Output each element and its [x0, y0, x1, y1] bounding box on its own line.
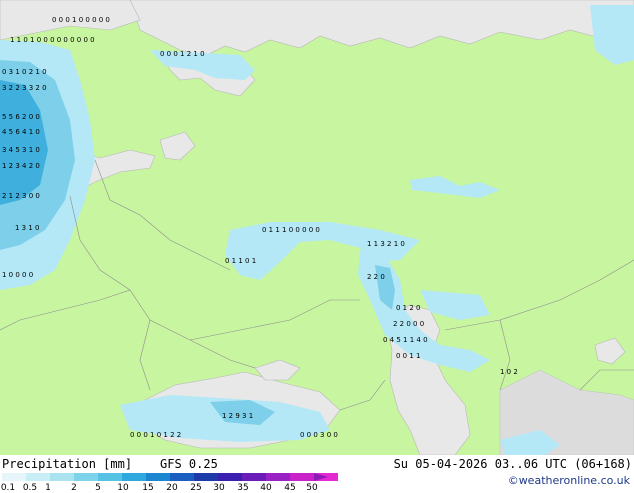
- precip-value-row: 0 0 0 3 0 0: [300, 431, 338, 439]
- legend-tick-label: 25: [190, 483, 202, 493]
- legend-tick-label: 2: [71, 483, 77, 493]
- legend-swatch: [194, 473, 218, 481]
- precip-value-row: 1 2 9 3 1: [222, 412, 253, 420]
- precip-value-row: 0 1 1 1 0 0 0 0 0: [262, 226, 320, 234]
- legend-tick-label: 0.1: [0, 483, 16, 493]
- model-label: GFS 0.25: [160, 457, 218, 471]
- precip-value-row: 0 0 0 1 0 1 2 2: [130, 431, 181, 439]
- legend-tick-label: 45: [284, 483, 296, 493]
- legend-swatch: [2, 473, 26, 481]
- precip-value-row: 1 2 3 4 2 0: [2, 162, 40, 170]
- legend-swatch: [146, 473, 170, 481]
- forecast-map: 0 0 0 1 0 0 0 0 0 1 1 0 1 0 0 0 0 0 0 0 …: [0, 0, 634, 455]
- precip-value-row: 0 3 1 0 2 1 0: [2, 68, 47, 76]
- legend-ticks: 0.1 0.5 1 2 5 10 15 20 25 30 35 40 45 50: [0, 483, 340, 493]
- precip-value-row: 4 5 6 4 1 0: [2, 128, 40, 136]
- precip-value-row: 3 2 2 3 3 2 0: [2, 84, 47, 92]
- precip-value-row: 0 1 1 0 1: [225, 257, 256, 265]
- legend-tick-label: 10: [117, 483, 129, 493]
- legend-swatch: [290, 473, 314, 481]
- precip-value-row: 1 3 1 0: [15, 224, 40, 232]
- precip-value-row: 1 1 3 2 1 0: [367, 240, 405, 248]
- valid-time: Su 05-04-2026 03..06 UTC (06+168): [393, 457, 632, 471]
- credit-link[interactable]: ©weatheronline.co.uk: [508, 474, 630, 487]
- legend-tick-label: 1: [45, 483, 51, 493]
- legend-tick-label: 20: [166, 483, 178, 493]
- legend-tick-label: 15: [142, 483, 154, 493]
- precip-value-row: 0 0 0 1 2 1 0: [160, 50, 205, 58]
- precip-value-row: 2 2 0: [367, 273, 385, 281]
- legend-swatch: [170, 473, 194, 481]
- precip-value-row: 2 1 2 3 0 0: [2, 192, 40, 200]
- legend-swatch: [242, 473, 266, 481]
- legend-tick-label: 5: [95, 483, 101, 493]
- precip-value-row: 1 0 0 0 0: [2, 271, 33, 279]
- legend-swatch: [218, 473, 242, 481]
- legend-swatch: [74, 473, 98, 481]
- legend-tick-label: 0.5: [22, 483, 38, 493]
- precip-value-row: 1 0 2: [500, 368, 518, 376]
- color-legend: [2, 473, 338, 481]
- legend-swatch: [50, 473, 74, 481]
- legend-tick-label: 40: [260, 483, 272, 493]
- precip-value-row: 0 1 2 0: [396, 304, 421, 312]
- legend-tick-label: 50: [306, 483, 318, 493]
- precip-value-row: 1 1 0 1 0 0 0 0 0 0 0 0 0: [10, 36, 95, 44]
- precip-value-row: 2 2 0 0 0: [393, 320, 424, 328]
- legend-swatch: [266, 473, 290, 481]
- legend-arrow: [314, 473, 328, 481]
- precip-value-row: 5 5 6 2 0 0: [2, 113, 40, 121]
- precip-value-row: 3 4 5 3 1 0: [2, 146, 40, 154]
- map-canvas: 0 0 0 1 0 0 0 0 0 1 1 0 1 0 0 0 0 0 0 0 …: [0, 0, 634, 455]
- map-title: Precipitation [mm]: [2, 457, 133, 471]
- legend-tick-label: 35: [237, 483, 249, 493]
- legend-swatch: [26, 473, 50, 481]
- precip-value-row: 0 4 5 1 1 4 0: [383, 336, 428, 344]
- legend-swatch: [122, 473, 146, 481]
- precip-value-row: 0 0 0 1 0 0 0 0 0: [52, 16, 110, 24]
- legend-tick-label: 30: [213, 483, 225, 493]
- precip-value-row: 0 0 1 1: [396, 352, 421, 360]
- map-footer: Precipitation [mm] GFS 0.25 Su 05-04-202…: [0, 455, 634, 493]
- legend-swatch: [98, 473, 122, 481]
